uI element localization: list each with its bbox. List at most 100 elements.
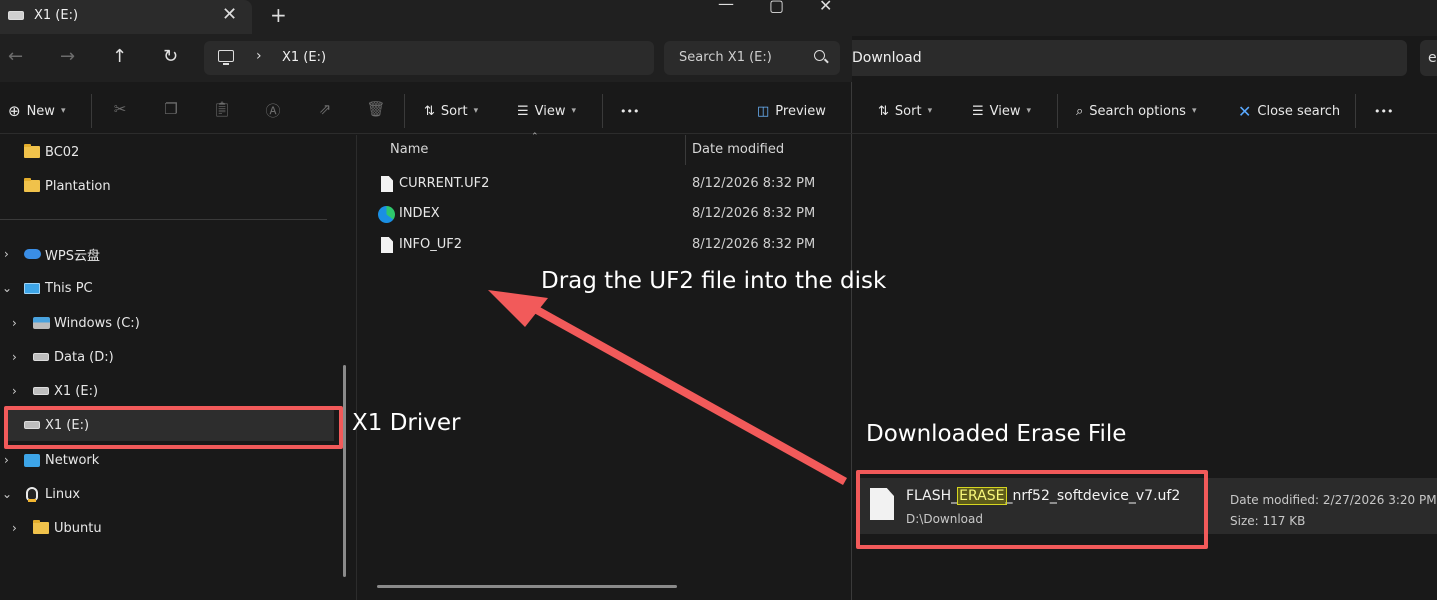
chevron-right-icon[interactable]: › — [12, 384, 17, 398]
nav-label: Plantation — [45, 178, 111, 194]
drive-icon — [33, 387, 49, 395]
search-placeholder: Search X1 (E:) — [679, 50, 772, 65]
plus-circle-icon: ⊕ — [8, 102, 21, 120]
download-window-titlebar — [852, 0, 1437, 36]
folder-icon — [33, 520, 49, 534]
chevron-down-icon: ▾ — [1026, 106, 1032, 116]
search-icon — [814, 50, 825, 61]
download-address-bar[interactable]: Download — [852, 40, 1407, 76]
nav-item-linux[interactable]: Linux — [26, 483, 80, 505]
chevron-down-icon: ▾ — [927, 106, 933, 116]
computer-icon — [24, 282, 40, 294]
result-meta: Date modified: 2/27/2026 3:20 PM Size: 1… — [1230, 490, 1437, 532]
windows-drive-icon — [33, 317, 50, 329]
search-input[interactable]: Search X1 (E:) — [664, 41, 840, 75]
cut-icon[interactable]: ✂ — [110, 100, 130, 120]
close-window-icon[interactable]: ✕ — [819, 0, 832, 15]
new-button[interactable]: ⊕ New ▾ — [8, 101, 65, 121]
back-icon[interactable]: ← — [8, 46, 23, 67]
file-row-info-uf2[interactable]: INFO_UF2 8/12/2026 8:32 PM — [377, 234, 847, 258]
chevron-right-icon[interactable]: › — [12, 316, 17, 330]
more-icon: ••• — [1374, 104, 1394, 118]
chevron-right-icon[interactable]: › — [4, 453, 9, 467]
nav-label: Ubuntu — [54, 520, 102, 536]
download-search-box[interactable]: e — [1420, 40, 1437, 76]
close-search-button[interactable]: ✕ Close search — [1238, 101, 1340, 121]
toolbar-divider — [404, 94, 405, 128]
view-button[interactable]: ☰ View ▾ — [517, 101, 576, 121]
nav-item-this-pc[interactable]: This PC — [24, 277, 93, 299]
download-view-label: View — [989, 103, 1021, 119]
rename-icon[interactable]: Ⓐ — [263, 100, 283, 120]
download-sort-button[interactable]: ⇅ Sort ▾ — [878, 101, 932, 121]
chevron-right-icon[interactable]: › — [12, 521, 17, 535]
navigation-bar: ← → ↑ ↻ › X1 (E:) Search X1 (E:) — [0, 36, 852, 82]
column-divider[interactable] — [685, 135, 686, 165]
maximize-icon[interactable]: ▢ — [769, 0, 784, 15]
preview-pane-icon: ◫ — [757, 103, 770, 119]
nav-label: BC02 — [45, 144, 80, 160]
chevron-down-icon[interactable]: ⌄ — [2, 487, 12, 501]
tab-close-icon[interactable]: ✕ — [222, 4, 237, 25]
nav-item-network[interactable]: Network — [24, 449, 99, 471]
share-icon[interactable]: ⇗ — [315, 100, 335, 120]
minimize-icon[interactable]: — — [718, 0, 734, 13]
folder-icon — [24, 144, 40, 158]
up-icon[interactable]: ↑ — [112, 46, 127, 67]
file-row-index[interactable]: INDEX 8/12/2026 8:32 PM — [377, 203, 847, 227]
chevron-right-icon[interactable]: › — [256, 48, 262, 64]
forward-icon[interactable]: → — [60, 46, 75, 67]
nav-item-plantation[interactable]: Plantation — [24, 175, 111, 197]
nav-item-wps[interactable]: WPS云盘 — [24, 243, 100, 265]
column-header-name[interactable]: Name — [390, 142, 428, 157]
close-icon: ✕ — [1238, 101, 1252, 121]
chevron-right-icon[interactable]: › — [4, 247, 9, 261]
chevron-down-icon[interactable]: ⌄ — [2, 281, 12, 295]
navigation-pane: BC02 Plantation › WPS云盘 ⌄ This PC › Wind… — [0, 135, 355, 600]
nav-item-x1-e[interactable]: X1 (E:) — [33, 380, 98, 402]
new-label: New — [26, 103, 55, 119]
search-options-button[interactable]: ⌕ Search options ▾ — [1076, 101, 1197, 121]
download-view-button[interactable]: ☰ View ▾ — [972, 101, 1031, 121]
delete-icon[interactable]: 🗑︎ — [366, 100, 386, 120]
address-bar[interactable]: › X1 (E:) — [204, 41, 654, 75]
preview-button[interactable]: ◫ Preview — [757, 101, 826, 121]
more-icon: ••• — [620, 104, 640, 118]
sort-button[interactable]: ⇅ Sort ▾ — [424, 101, 478, 121]
download-more-button[interactable]: ••• — [1374, 101, 1393, 121]
view-icon: ☰ — [517, 103, 529, 119]
download-search-text: e — [1428, 50, 1437, 66]
paste-icon[interactable]: 📋︎ — [212, 100, 232, 120]
x1-driver-label: X1 Driver — [352, 410, 461, 436]
horizontal-scrollbar[interactable] — [377, 585, 677, 588]
command-toolbar: ⊕ New ▾ ✂ ❐ 📋︎ Ⓐ ⇗ 🗑︎ ⇅ Sort ▾ ☰ View ▾ … — [0, 88, 852, 134]
chevron-right-icon[interactable]: › — [12, 350, 17, 364]
refresh-icon[interactable]: ↻ — [163, 46, 178, 67]
nav-item-data-d[interactable]: Data (D:) — [33, 346, 114, 368]
download-sort-label: Sort — [894, 103, 922, 119]
nav-item-ubuntu[interactable]: Ubuntu — [33, 517, 102, 539]
file-row-current-uf2[interactable]: CURRENT.UF2 8/12/2026 8:32 PM — [377, 173, 847, 197]
file-date: 8/12/2026 8:32 PM — [692, 206, 816, 221]
drive-icon — [33, 353, 49, 361]
nav-label: Windows (C:) — [54, 315, 140, 331]
result-size: Size: 117 KB — [1230, 514, 1306, 528]
nav-scrollbar[interactable] — [343, 365, 346, 577]
download-address-text: Download — [852, 50, 922, 66]
sort-icon: ⇅ — [424, 103, 435, 119]
toolbar-divider — [1057, 94, 1058, 128]
more-button[interactable]: ••• — [620, 101, 639, 121]
nav-divider — [0, 219, 327, 220]
window-titlebar: X1 (E:) ✕ + — ▢ ✕ — [0, 0, 852, 36]
column-header-date[interactable]: Date modified — [692, 142, 784, 157]
copy-icon[interactable]: ❐ — [161, 100, 181, 120]
nav-item-windows-c[interactable]: Windows (C:) — [33, 312, 140, 334]
file-list-pane: ⌃ Name Date modified CURRENT.UF2 8/12/20… — [356, 132, 852, 600]
toolbar-divider — [91, 94, 92, 128]
tab-title: X1 (E:) — [34, 8, 79, 23]
network-icon — [24, 453, 40, 467]
erase-file-label: Downloaded Erase File — [866, 421, 1127, 447]
nav-item-bc02[interactable]: BC02 — [24, 141, 79, 163]
new-tab-icon[interactable]: + — [270, 3, 287, 27]
tab-x1-drive[interactable]: X1 (E:) ✕ — [0, 0, 252, 34]
